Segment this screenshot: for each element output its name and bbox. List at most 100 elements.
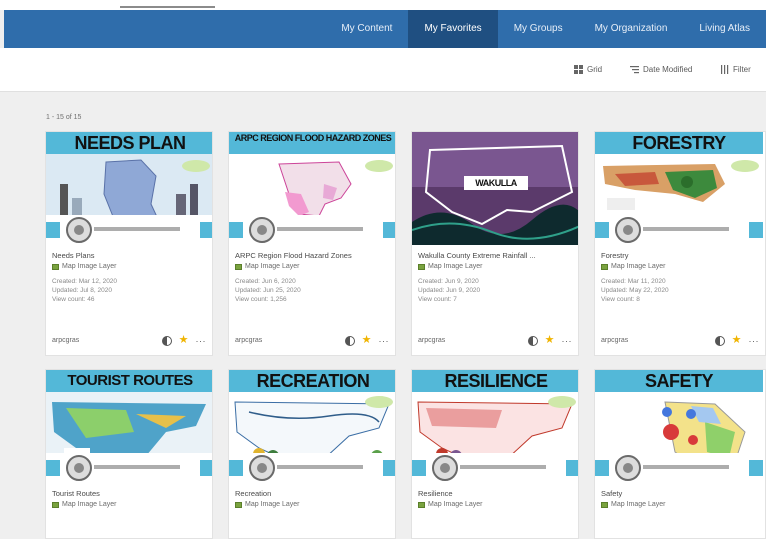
item-type: Map Image Layer bbox=[52, 262, 206, 272]
item-created: Created: Jun 9, 2020 bbox=[418, 278, 479, 285]
sort-icon bbox=[630, 66, 639, 74]
filter-button[interactable]: Filter bbox=[720, 65, 751, 74]
map-image-layer-icon bbox=[601, 502, 608, 508]
item-type-label: Map Image Layer bbox=[428, 501, 483, 508]
item-card[interactable]: RESILIENCE Resilience Map Image Layer bbox=[411, 369, 579, 539]
item-updated: Updated: May 22, 2020 bbox=[601, 287, 669, 294]
item-card[interactable]: WAKULLA Wakulla County Extreme Rainfall … bbox=[411, 131, 579, 356]
item-view-count: View count: 1,256 bbox=[235, 296, 287, 303]
item-thumbnail[interactable]: SAFETY bbox=[595, 370, 763, 483]
thumbnail-footer bbox=[229, 453, 395, 483]
item-title[interactable]: Wakulla County Extreme Rainfall ... bbox=[418, 251, 572, 261]
item-thumbnail[interactable]: NEEDS PLAN bbox=[46, 132, 212, 245]
sort-button[interactable]: Date Modified bbox=[630, 65, 692, 74]
item-thumbnail[interactable]: RESILIENCE bbox=[412, 370, 578, 483]
favorite-star-icon[interactable]: ★ bbox=[362, 335, 372, 346]
item-card[interactable]: FORESTRY Forestry Map Image Layer Create… bbox=[594, 131, 766, 356]
map-image-layer-icon bbox=[235, 264, 242, 270]
map-image-layer-icon bbox=[601, 264, 608, 270]
item-title[interactable]: Recreation bbox=[235, 489, 389, 499]
item-card[interactable]: RECREATION Recreation Map Image Layer bbox=[228, 369, 396, 539]
item-type: Map Image Layer bbox=[601, 262, 759, 272]
item-type-label: Map Image Layer bbox=[428, 263, 483, 270]
item-view-count: View count: 7 bbox=[418, 296, 457, 303]
item-type: Map Image Layer bbox=[418, 262, 572, 272]
favorite-star-icon[interactable]: ★ bbox=[545, 335, 555, 346]
map-image-layer-icon bbox=[52, 502, 59, 508]
map-image-layer-icon bbox=[418, 502, 425, 508]
grid-icon bbox=[574, 65, 583, 74]
item-thumbnail[interactable]: FORESTRY bbox=[595, 132, 763, 245]
more-options-icon[interactable]: ··· bbox=[379, 336, 390, 346]
council-seal-icon bbox=[66, 455, 92, 481]
thumbnail-banner: SAFETY bbox=[595, 370, 763, 392]
item-title[interactable]: Forestry bbox=[601, 251, 759, 261]
thumbnail-banner: NEEDS PLAN bbox=[46, 132, 212, 154]
tab-my-organization[interactable]: My Organization bbox=[579, 10, 684, 48]
grid-view-label: Grid bbox=[587, 65, 603, 74]
item-type-label: Map Image Layer bbox=[245, 263, 300, 270]
item-title[interactable]: Needs Plans bbox=[52, 251, 206, 261]
item-thumbnail[interactable]: WAKULLA bbox=[412, 132, 578, 245]
thumbnail-banner: FORESTRY bbox=[595, 132, 763, 154]
filter-icon bbox=[721, 65, 729, 74]
thumbnail-footer bbox=[595, 215, 763, 245]
item-card[interactable]: SAFETY Safety Map Image Layer bbox=[594, 369, 766, 539]
item-card[interactable]: ARPC REGION FLOOD HAZARD ZONES ARPC Regi… bbox=[228, 131, 396, 356]
tab-my-content[interactable]: My Content bbox=[325, 10, 408, 48]
item-thumbnail[interactable]: ARPC REGION FLOOD HAZARD ZONES bbox=[229, 132, 395, 245]
item-title[interactable]: Tourist Routes bbox=[52, 489, 206, 499]
tab-my-favorites[interactable]: My Favorites bbox=[408, 10, 498, 48]
sharing-icon[interactable] bbox=[161, 335, 172, 346]
map-image-layer-icon bbox=[418, 264, 425, 270]
item-thumbnail[interactable]: RECREATION bbox=[229, 370, 395, 483]
item-title[interactable]: Resilience bbox=[418, 489, 572, 499]
sharing-icon[interactable] bbox=[714, 335, 725, 346]
sharing-icon[interactable] bbox=[344, 335, 355, 346]
item-card[interactable]: TOURIST ROUTES Tourist Routes Map Image … bbox=[45, 369, 213, 539]
item-type-label: Map Image Layer bbox=[62, 263, 117, 270]
thumbnail-banner: TOURIST ROUTES bbox=[46, 370, 212, 392]
favorite-star-icon[interactable]: ★ bbox=[179, 335, 189, 346]
council-seal-icon bbox=[249, 455, 275, 481]
results-toolbar: Grid Date Modified Filter bbox=[0, 48, 766, 92]
item-type-label: Map Image Layer bbox=[611, 263, 666, 270]
council-seal-icon bbox=[615, 217, 641, 243]
item-title[interactable]: ARPC Region Flood Hazard Zones bbox=[235, 251, 389, 261]
item-thumbnail[interactable]: TOURIST ROUTES bbox=[46, 370, 212, 483]
thumbnail-footer bbox=[412, 453, 578, 483]
item-created: Created: Jun 6, 2020 bbox=[235, 278, 296, 285]
council-seal-icon bbox=[66, 217, 92, 243]
item-updated: Updated: Jul 8, 2020 bbox=[52, 287, 112, 294]
item-type-label: Map Image Layer bbox=[62, 501, 117, 508]
item-owner[interactable]: arpcgras bbox=[52, 337, 79, 344]
item-owner[interactable]: arpcgras bbox=[235, 337, 262, 344]
item-type: Map Image Layer bbox=[418, 500, 572, 510]
item-type: Map Image Layer bbox=[601, 500, 759, 510]
council-seal-icon bbox=[432, 455, 458, 481]
item-view-count: View count: 8 bbox=[601, 296, 640, 303]
thumbnail-footer bbox=[595, 453, 763, 483]
item-created: Created: Mar 11, 2020 bbox=[601, 278, 666, 285]
item-type: Map Image Layer bbox=[52, 500, 206, 510]
item-owner[interactable]: arpcgras bbox=[601, 337, 628, 344]
more-options-icon[interactable]: ··· bbox=[196, 336, 207, 346]
thumbnail-footer bbox=[46, 215, 212, 245]
favorite-star-icon[interactable]: ★ bbox=[732, 335, 742, 346]
thumbnail-banner: ARPC REGION FLOOD HAZARD ZONES bbox=[229, 132, 395, 154]
tab-living-atlas[interactable]: Living Atlas bbox=[683, 10, 766, 48]
more-options-icon[interactable]: ··· bbox=[562, 336, 573, 346]
thumbnail-banner: WAKULLA bbox=[464, 176, 528, 190]
item-title[interactable]: Safety bbox=[601, 489, 759, 499]
item-updated: Updated: Jun 9, 2020 bbox=[418, 287, 481, 294]
results-count: 1 - 15 of 15 bbox=[46, 114, 82, 121]
thumbnail-footer bbox=[229, 215, 395, 245]
more-options-icon[interactable]: ··· bbox=[749, 336, 760, 346]
thumbnail-banner: RECREATION bbox=[229, 370, 395, 392]
item-created: Created: Mar 12, 2020 bbox=[52, 278, 118, 285]
grid-view-button[interactable]: Grid bbox=[574, 65, 602, 74]
item-owner[interactable]: arpcgras bbox=[418, 337, 445, 344]
item-card[interactable]: NEEDS PLAN Needs Plans Map Image Layer C… bbox=[45, 131, 213, 356]
sharing-icon[interactable] bbox=[527, 335, 538, 346]
tab-my-groups[interactable]: My Groups bbox=[498, 10, 579, 48]
